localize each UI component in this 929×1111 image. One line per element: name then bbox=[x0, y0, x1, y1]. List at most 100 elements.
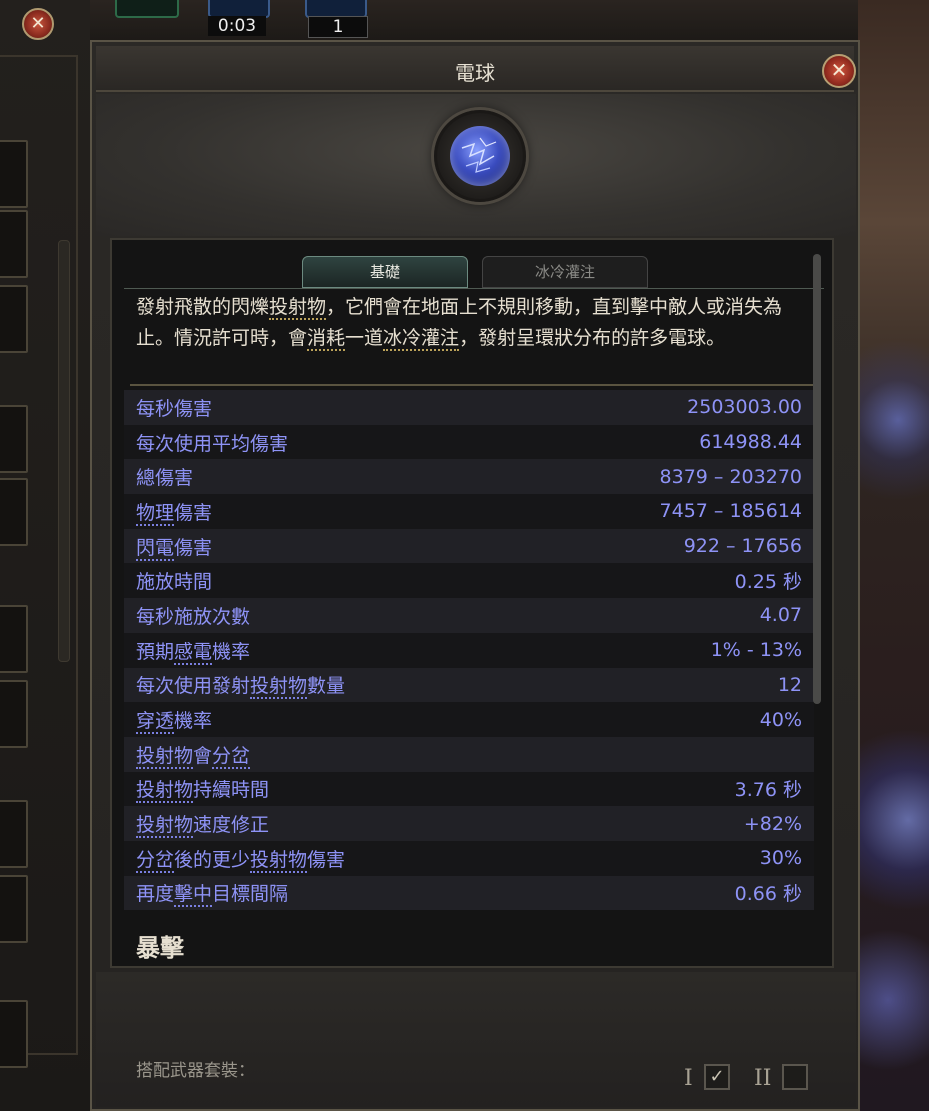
desc-keyword-cold-infusion[interactable]: 冰冷灌注 bbox=[383, 327, 460, 351]
stat-label-text: 施放時間 bbox=[136, 571, 213, 594]
stat-label-text: 機率 bbox=[212, 640, 251, 663]
stat-keyword[interactable]: 閃電 bbox=[136, 536, 175, 561]
stat-row: 穿透機率 40% bbox=[124, 702, 814, 737]
left-slot bbox=[0, 875, 28, 943]
panel-title: 電球 bbox=[455, 61, 495, 85]
stat-keyword[interactable]: 分岔 bbox=[136, 848, 175, 873]
hud-skill-slot[interactable] bbox=[115, 0, 179, 18]
stat-keyword[interactable]: 投射物 bbox=[136, 814, 194, 839]
stat-label-text: 會 bbox=[193, 744, 213, 767]
stat-row: 每次使用發射投射物數量 12 bbox=[124, 667, 814, 703]
stat-value: +82% bbox=[743, 812, 802, 835]
stat-label-text: 目標間隔 bbox=[212, 883, 289, 906]
stat-value: 8379 – 203270 bbox=[659, 465, 802, 488]
left-slot bbox=[0, 405, 28, 473]
left-slot bbox=[0, 210, 28, 278]
stat-label-text: 數量 bbox=[307, 675, 346, 698]
stat-label: 再度擊中目標間隔 bbox=[136, 879, 289, 908]
stat-row: 閃電傷害 922 – 17656 bbox=[124, 528, 814, 564]
stat-label: 總傷害 bbox=[136, 463, 193, 490]
desc-text: ，發射呈環狀分布的許多電球。 bbox=[459, 327, 726, 349]
left-slot bbox=[0, 680, 28, 748]
stat-keyword[interactable]: 分岔 bbox=[212, 744, 251, 769]
hud-top-bar: 0:03 1 bbox=[90, 0, 858, 40]
stat-row: 每次使用平均傷害 614988.44 bbox=[124, 424, 814, 460]
stat-label: 分岔後的更少投射物傷害 bbox=[136, 845, 346, 873]
stat-label-text: 機率 bbox=[174, 710, 213, 733]
stat-keyword[interactable]: 物理 bbox=[136, 501, 175, 526]
scroll-thumb[interactable] bbox=[813, 254, 821, 704]
left-close-button[interactable]: ✕ bbox=[22, 8, 54, 40]
stat-label-text: 總傷害 bbox=[136, 467, 194, 490]
stat-value: 7457 – 185614 bbox=[659, 500, 802, 523]
tab-cold-infusion[interactable]: 冰冷灌注 bbox=[482, 256, 648, 288]
stat-value: 4.07 bbox=[759, 604, 802, 627]
tab-divider bbox=[124, 288, 824, 289]
skill-info-content: 基礎 冰冷灌注 發射飛散的閃爍投射物，它們會在地面上不規則移動，直到擊中敵人或消… bbox=[110, 238, 834, 968]
stat-label: 每秒傷害 bbox=[136, 394, 212, 421]
panel-titlebar: 電球 ✕ bbox=[96, 46, 856, 92]
close-button[interactable]: ✕ bbox=[822, 54, 856, 88]
stat-label-text: 預期 bbox=[136, 640, 175, 663]
hud-count: 1 bbox=[308, 16, 368, 38]
skill-art-header bbox=[96, 94, 856, 236]
stat-row: 每秒傷害 2503003.00 bbox=[124, 390, 814, 425]
desc-keyword-consume[interactable]: 消耗 bbox=[307, 327, 346, 351]
stat-keyword[interactable]: 投射物 bbox=[250, 848, 308, 873]
left-scrollbar[interactable] bbox=[58, 240, 70, 662]
stat-row: 施放時間 0.25 秒 bbox=[124, 563, 814, 599]
stat-label-text: 速度修正 bbox=[193, 814, 270, 837]
weapon-set-2-checkbox[interactable] bbox=[782, 1064, 808, 1090]
stat-row: 投射物持續時間 3.76 秒 bbox=[124, 771, 814, 807]
stat-keyword[interactable]: 擊中 bbox=[174, 883, 213, 908]
stat-value: 40% bbox=[759, 708, 802, 731]
stat-value: 30% bbox=[759, 847, 802, 870]
hud-timer: 0:03 bbox=[208, 16, 266, 36]
stat-row: 總傷害 8379 – 203270 bbox=[124, 459, 814, 495]
background-left-panel: ✕ bbox=[0, 0, 90, 1111]
stat-value: 0.66 秒 bbox=[734, 883, 802, 906]
stat-keyword[interactable]: 感電 bbox=[174, 640, 213, 665]
stat-label-text: 每秒傷害 bbox=[136, 397, 213, 420]
stat-row: 物理傷害 7457 – 185614 bbox=[124, 494, 814, 529]
close-icon: ✕ bbox=[30, 13, 46, 34]
content-scrollbar[interactable] bbox=[813, 254, 821, 704]
background-game-scene bbox=[858, 0, 929, 1111]
stat-label: 投射物速度修正 bbox=[136, 810, 270, 839]
left-slot bbox=[0, 800, 28, 868]
weapon-set-1-label: I bbox=[684, 1066, 693, 1091]
stat-label-text: 傷害 bbox=[174, 536, 213, 559]
stat-label: 閃電傷害 bbox=[136, 533, 213, 561]
stat-row: 投射物速度修正 +82% bbox=[124, 806, 814, 841]
weapon-set-1-checkbox[interactable]: ✓ bbox=[704, 1064, 730, 1090]
stat-label: 每次使用發射投射物數量 bbox=[136, 671, 346, 700]
stat-row: 投射物會分岔 bbox=[124, 736, 814, 772]
description-divider bbox=[130, 384, 820, 386]
stat-row: 預期感電機率 1% - 13% bbox=[124, 632, 814, 668]
stat-keyword[interactable]: 投射物 bbox=[136, 779, 194, 804]
skill-description: 發射飛散的閃爍投射物，它們會在地面上不規則移動，直到擊中敵人或消失為止。情況許可… bbox=[136, 292, 806, 354]
stat-keyword[interactable]: 投射物 bbox=[136, 744, 194, 769]
desc-text: 一道 bbox=[345, 327, 384, 349]
stat-label-text: 後的更少 bbox=[174, 848, 251, 871]
weapon-set-2-label: II bbox=[754, 1066, 772, 1091]
stat-label-text: 傷害 bbox=[307, 848, 346, 871]
stat-label: 施放時間 bbox=[136, 567, 212, 594]
desc-text: 發射飛散的閃爍 bbox=[136, 296, 270, 318]
stat-value: 614988.44 bbox=[699, 431, 802, 454]
equip-footer: 搭配武器套裝： I ✓ II bbox=[96, 972, 856, 1107]
stat-keyword[interactable]: 投射物 bbox=[250, 675, 308, 700]
stat-label-text: 每次使用發射 bbox=[136, 675, 251, 698]
stat-label: 預期感電機率 bbox=[136, 637, 251, 665]
left-slot bbox=[0, 1000, 28, 1068]
stat-label: 投射物會分岔 bbox=[136, 741, 251, 769]
stat-keyword[interactable]: 穿透 bbox=[136, 710, 175, 735]
stat-label: 穿透機率 bbox=[136, 706, 213, 735]
stat-label-text: 持續時間 bbox=[193, 779, 270, 802]
crit-section-title: 暴擊 bbox=[136, 934, 184, 962]
left-slot bbox=[0, 478, 28, 546]
desc-keyword-projectile[interactable]: 投射物 bbox=[269, 296, 327, 320]
stat-row: 每秒施放次數 4.07 bbox=[124, 598, 814, 633]
stats-table: 每秒傷害 2503003.00 每次使用平均傷害 614988.44 總傷害 8379 –… bbox=[124, 390, 814, 911]
tab-basics[interactable]: 基礎 bbox=[302, 256, 468, 288]
